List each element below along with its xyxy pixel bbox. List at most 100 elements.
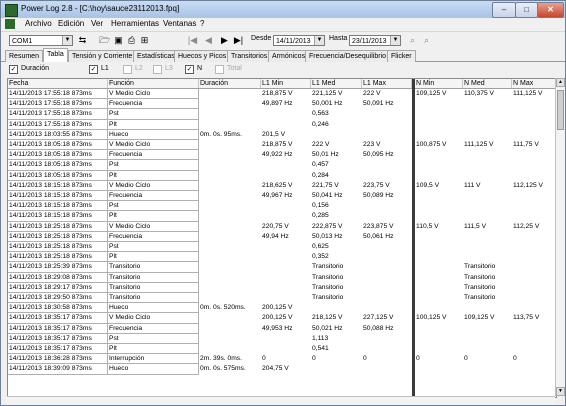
menu-archivo[interactable]: Archivo [25,19,52,28]
menu-ver[interactable]: Ver [91,19,103,28]
cell-n-max [512,364,556,374]
l3-label: L3 [165,65,173,72]
header-fecha[interactable]: Fecha [8,79,108,88]
cell-l1-min: 218,875 V [262,141,293,148]
tab-frecuencia-desequilibrio[interactable]: Frecuencia/Desequilibrio [305,50,391,62]
table-row[interactable]: 14/11/2013 18:35:17 873ms V Medio Ciclo 20… [8,313,556,324]
table-row[interactable]: 14/11/2013 18:15:18 873ms Plt 0,285 [8,211,556,222]
table-row[interactable]: 14/11/2013 18:29:50 873ms Transitorio Tran… [8,293,556,304]
next-icon[interactable]: ▶ [219,35,230,46]
header-l1-med[interactable]: L1 Med [311,79,362,88]
cell-n-med: 111 V [464,181,481,189]
cell-l1-min [261,334,311,344]
scroll-thumb[interactable] [557,90,564,130]
last-icon[interactable]: ▶| [233,35,244,46]
l3-checkbox[interactable] [153,65,162,74]
table-row[interactable]: 14/11/2013 18:05:18 873ms Plt 0,284 [8,170,556,181]
cell-n-max [512,293,556,303]
table-row[interactable]: 14/11/2013 18:05:18 873ms V Medio Ciclo 21… [8,140,556,151]
l1-checkbox[interactable]: ✓ [89,65,98,74]
total-checkbox[interactable] [215,65,224,74]
zoom-in-icon[interactable]: ⌕ [407,35,418,46]
n-checkbox[interactable]: ✓ [185,65,194,74]
open-folder-icon[interactable]: 🗁 [99,35,110,46]
document-icon[interactable] [5,19,15,29]
header-n-med[interactable]: N Med [463,79,512,88]
cell-n-min [415,109,463,119]
maximize-button[interactable]: □ [515,2,538,18]
table-row[interactable]: 14/11/2013 18:25:39 873ms Transitorio Tran… [8,262,556,273]
table-row[interactable]: 14/11/2013 17:55:18 873ms Pst 0,563 [8,109,556,120]
table-row[interactable]: 14/11/2013 18:15:18 873ms Frecuencia 49,96… [8,191,556,202]
table-row[interactable]: 14/11/2013 18:25:18 873ms Pst 0,625 [8,242,556,253]
header-n-min[interactable]: N Min [415,79,463,88]
table-row[interactable]: 14/11/2013 18:25:18 873ms Frecuencia 49,94… [8,231,556,242]
tab-tension-corriente[interactable]: Tensión y Corriente [68,50,137,62]
minimize-button[interactable]: – [492,2,516,18]
menu-herramientas[interactable]: Herramientas [111,19,159,28]
table-row[interactable]: 14/11/2013 18:30:58 873ms Hueco 0m. 0s. 52… [8,303,556,314]
cell-l1-max [362,109,412,119]
table-row[interactable]: 14/11/2013 17:55:18 873ms V Medio Ciclo 21… [8,89,556,100]
export-icon[interactable]: ⊞ [139,35,150,46]
menu-edicion[interactable]: Edición [58,19,84,28]
cell-duracion: 2m. 39s. 0ms. [200,355,242,363]
tab-transitorios[interactable]: Transitorios [227,50,272,62]
desde-date-field[interactable]: 14/11/2013 ▼ [273,35,325,46]
cell-n-med [463,201,512,211]
table-row[interactable]: 14/11/2013 18:35:17 873ms Pst 1,113 [8,333,556,344]
cell-l1-min: 200,125 V [262,304,293,312]
cell-l1-med: 50,01 Hz [312,151,339,159]
cell-duracion [199,109,261,119]
cell-l1-med [311,130,362,140]
tab-flicker[interactable]: Flicker [387,50,416,62]
scroll-up-icon[interactable]: ▲ [556,78,565,87]
table-row[interactable]: 14/11/2013 18:29:08 873ms Transitorio Tran… [8,272,556,283]
port-select[interactable]: COM1 ▼ [9,35,73,46]
tab-resumen[interactable]: Resumen [5,50,43,62]
table-row[interactable]: 14/11/2013 18:35:17 873ms Plt 0,541 [8,344,556,355]
duracion-checkbox[interactable]: ✓ [9,65,18,74]
l2-label: L2 [135,65,143,72]
header-l1-min[interactable]: L1 Min [261,79,311,88]
l2-checkbox[interactable] [123,65,132,74]
first-icon[interactable]: |◀ [187,35,198,46]
table-row[interactable]: 14/11/2013 18:25:18 873ms Plt 0,352 [8,252,556,263]
cell-l1-med: 0,156 [312,202,329,210]
save-icon[interactable]: ▣ [113,35,124,46]
header-l1-max[interactable]: L1 Max [362,79,412,88]
table-row[interactable]: 14/11/2013 18:15:18 873ms V Medio Ciclo 21… [8,180,556,191]
header-funcion[interactable]: Función [108,79,199,88]
menu-ventanas[interactable]: Ventanas [163,19,196,28]
table-row[interactable]: 14/11/2013 18:35:17 873ms Frecuencia 49,95… [8,323,556,334]
close-button[interactable]: ✕ [537,2,564,18]
table-row[interactable]: 14/11/2013 18:39:09 873ms Hueco 0m. 0s. 57… [8,364,556,375]
scroll-down-icon[interactable]: ▼ [556,387,565,396]
table-row[interactable]: 14/11/2013 18:05:18 873ms Pst 0,457 [8,160,556,171]
table-row[interactable]: 14/11/2013 17:55:18 873ms Plt 0,246 [8,119,556,130]
tab-estadisticas[interactable]: Estadísticas [133,50,179,62]
connect-icon[interactable]: ⇆ [77,35,88,46]
cell-n-max [512,283,556,293]
cell-n-med [463,232,512,242]
header-duracion[interactable]: Duración [199,79,261,88]
hasta-date-field[interactable]: 23/11/2013 ▼ [349,35,401,46]
header-n-max[interactable]: N Max [512,79,556,88]
table-row[interactable]: 14/11/2013 18:05:18 873ms Frecuencia 49,92… [8,150,556,161]
cell-n-med [463,303,512,313]
horizontal-scrollbar[interactable] [7,396,555,405]
table-row[interactable]: 14/11/2013 17:55:18 873ms Frecuencia 49,89… [8,99,556,110]
zoom-out-icon[interactable]: ⌕ [421,35,432,46]
table-row[interactable]: 14/11/2013 18:03:55 873ms Hueco 0m. 0s. 95… [8,129,556,140]
print-icon[interactable]: ⎙ [126,35,137,46]
table-row[interactable]: 14/11/2013 18:15:18 873ms Pst 0,156 [8,201,556,212]
vertical-scrollbar[interactable]: ▲ ▼ [555,78,565,396]
tab-tabla[interactable]: Tabla [43,48,68,62]
menu-help[interactable]: ? [200,19,204,28]
table-row[interactable]: 14/11/2013 18:36:28 873ms Interrupción 2m.… [8,354,556,365]
tab-huecos-picos[interactable]: Huecos y Picos [174,50,231,62]
tab-armonicos[interactable]: Armónicos [268,50,310,62]
table-row[interactable]: 14/11/2013 18:29:17 873ms Transitorio Tran… [8,282,556,293]
previous-icon[interactable]: ◀ [203,35,214,46]
table-row[interactable]: 14/11/2013 18:25:18 873ms V Medio Ciclo 22… [8,221,556,232]
